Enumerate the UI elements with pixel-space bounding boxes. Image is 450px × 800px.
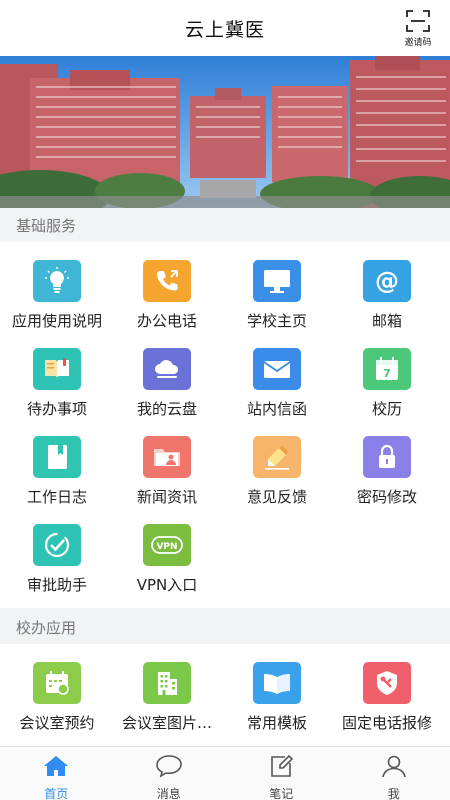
campus-image bbox=[0, 56, 450, 208]
invite-code-label: 邀请码 bbox=[404, 38, 432, 48]
vpn-icon: VPN bbox=[143, 524, 191, 566]
app-tile-label: 常用模板 bbox=[246, 713, 307, 732]
tab-message[interactable]: 消息 bbox=[113, 747, 226, 800]
section-header-basic-services: 基础服务 bbox=[0, 208, 450, 242]
app-tile-calendar[interactable]: 7 校历 bbox=[331, 334, 443, 418]
app-tile-open-book[interactable]: 常用模板 bbox=[221, 648, 333, 732]
book-icon bbox=[33, 348, 81, 390]
app-tile-label: 我的云盘 bbox=[136, 399, 197, 418]
app-tile-approve[interactable]: 审批助手 bbox=[1, 510, 113, 594]
svg-text:@: @ bbox=[375, 267, 399, 295]
app-tile-cloud-drive[interactable]: 我的云盘 bbox=[111, 334, 223, 418]
section-header-school-apps: 校办应用 bbox=[0, 610, 450, 644]
user-icon bbox=[380, 754, 408, 782]
app-tile-label: 密码修改 bbox=[356, 487, 417, 506]
app-tile-book[interactable]: 待办事项 bbox=[1, 334, 113, 418]
bottom-tab-bar: 首页 消息 笔记 我 bbox=[0, 746, 450, 800]
app-tile-label: 应用使用说明 bbox=[11, 311, 102, 330]
basic-services-grid: 应用使用说明 办公电话 学校主页 @ 邮箱待办事项 我的云盘 站内信函 7 校历工作日志 新闻资讯… bbox=[0, 242, 450, 608]
app-tile-label: 校历 bbox=[371, 399, 402, 418]
news-icon bbox=[143, 436, 191, 478]
calendar-icon: 7 bbox=[363, 348, 411, 390]
app-tile-notebook[interactable]: 工作日志 bbox=[1, 422, 113, 506]
at-icon: @ bbox=[363, 260, 411, 302]
section-title: 校办应用 bbox=[16, 618, 77, 637]
app-tile-lightbulb[interactable]: 应用使用说明 bbox=[1, 246, 113, 330]
home-icon bbox=[42, 754, 70, 782]
tab-note[interactable]: 笔记 bbox=[225, 747, 338, 800]
tab-label: 我 bbox=[387, 787, 400, 800]
approve-icon bbox=[33, 524, 81, 566]
app-tile-phone[interactable]: 办公电话 bbox=[111, 246, 223, 330]
app-tile-building[interactable]: 会议室图片… bbox=[111, 648, 223, 732]
app-tile-pencil[interactable]: 意见反馈 bbox=[221, 422, 333, 506]
invite-code-button[interactable]: 邀请码 bbox=[398, 10, 438, 50]
svg-text:7: 7 bbox=[383, 367, 391, 380]
cloud-drive-icon bbox=[143, 348, 191, 390]
app-tile-vpn[interactable]: VPN VPN入口 bbox=[111, 510, 223, 594]
repair-icon bbox=[363, 662, 411, 704]
scan-icon bbox=[406, 10, 430, 32]
school-apps-grid: 会议室预约 会议室图片… 常用模板 固定电话报修 bbox=[0, 644, 450, 746]
app-tile-label: 站内信函 bbox=[246, 399, 307, 418]
app-tile-label: 会议室图片… bbox=[121, 713, 212, 732]
campus-banner bbox=[0, 56, 450, 208]
app-tile-label: 待办事项 bbox=[26, 399, 87, 418]
lightbulb-icon bbox=[33, 260, 81, 302]
tab-label: 笔记 bbox=[269, 787, 294, 800]
tab-label: 首页 bbox=[44, 787, 69, 800]
app-tile-envelope[interactable]: 站内信函 bbox=[221, 334, 333, 418]
meeting-calendar-icon bbox=[33, 662, 81, 704]
app-tile-label: 新闻资讯 bbox=[136, 487, 197, 506]
app-tile-label: 意见反馈 bbox=[246, 487, 307, 506]
svg-text:VPN: VPN bbox=[156, 542, 177, 552]
app-tile-label: VPN入口 bbox=[136, 575, 198, 594]
app-tile-meeting-calendar[interactable]: 会议室预约 bbox=[1, 648, 113, 732]
page-title: 云上冀医 bbox=[184, 18, 265, 41]
pencil-icon bbox=[253, 436, 301, 478]
open-book-icon bbox=[253, 662, 301, 704]
app-tile-at[interactable]: @ 邮箱 bbox=[331, 246, 443, 330]
app-tile-label: 办公电话 bbox=[136, 311, 197, 330]
app-tile-repair[interactable]: 固定电话报修 bbox=[331, 648, 443, 732]
envelope-icon bbox=[253, 348, 301, 390]
tab-user[interactable]: 我 bbox=[338, 747, 450, 800]
app-tile-label: 审批助手 bbox=[26, 575, 87, 594]
tab-label: 消息 bbox=[156, 787, 181, 800]
monitor-icon bbox=[253, 260, 301, 302]
app-tile-label: 学校主页 bbox=[246, 311, 307, 330]
message-icon bbox=[155, 754, 183, 782]
section-title: 基础服务 bbox=[16, 216, 77, 235]
app-header: 云上冀医 邀请码 bbox=[0, 0, 450, 56]
app-tile-label: 固定电话报修 bbox=[341, 713, 432, 732]
app-tile-monitor[interactable]: 学校主页 bbox=[221, 246, 333, 330]
app-tile-news[interactable]: 新闻资讯 bbox=[111, 422, 223, 506]
phone-icon bbox=[143, 260, 191, 302]
app-tile-label: 会议室预约 bbox=[19, 713, 95, 732]
app-tile-label: 工作日志 bbox=[26, 487, 87, 506]
app-tile-label: 邮箱 bbox=[371, 311, 402, 330]
building-icon bbox=[143, 662, 191, 704]
note-icon bbox=[267, 754, 295, 782]
app-tile-lock[interactable]: 密码修改 bbox=[331, 422, 443, 506]
lock-icon bbox=[363, 436, 411, 478]
notebook-icon bbox=[33, 436, 81, 478]
tab-home[interactable]: 首页 bbox=[0, 747, 113, 800]
